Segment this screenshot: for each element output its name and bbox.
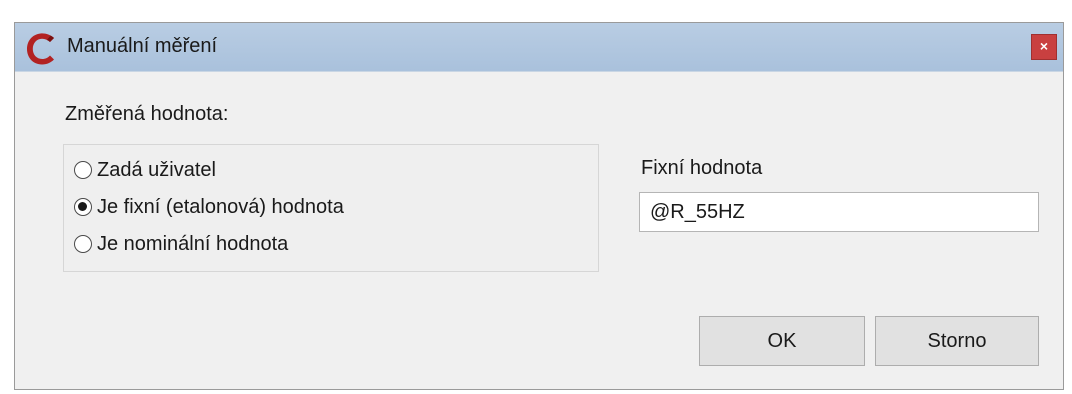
fixed-value-label: Fixní hodnota: [641, 157, 763, 179]
close-button[interactable]: ×: [1031, 34, 1057, 60]
radio-nominal-value[interactable]: Je nominální hodnota: [74, 230, 288, 258]
radio-label: Je nominální hodnota: [97, 232, 289, 255]
radio-button-unchecked-icon[interactable]: [74, 161, 92, 179]
ok-button[interactable]: OK: [699, 316, 865, 366]
radio-button-unchecked-icon[interactable]: [74, 235, 92, 253]
radio-label: Zadá uživatel: [97, 158, 216, 181]
manual-measurement-dialog: Manuální měření × Změřená hodnota: Zadá …: [14, 22, 1064, 390]
radio-button-checked-icon[interactable]: [74, 198, 92, 216]
app-logo-icon: [27, 33, 54, 65]
title-bar[interactable]: Manuální měření ×: [15, 23, 1063, 72]
close-icon: ×: [1039, 38, 1049, 54]
measured-value-radio-group: Zadá uživatel Je fixní (etalonová) hodno…: [63, 144, 599, 272]
radio-label: Je fixní (etalonová) hodnota: [97, 195, 344, 218]
cancel-button[interactable]: Storno: [875, 316, 1039, 366]
fixed-value-input[interactable]: [639, 192, 1039, 232]
measured-value-label: Změřená hodnota:: [65, 103, 229, 125]
radio-user-input[interactable]: Zadá uživatel: [74, 156, 216, 184]
radio-fixed-value[interactable]: Je fixní (etalonová) hodnota: [74, 193, 344, 221]
window-title: Manuální měření: [67, 35, 218, 57]
